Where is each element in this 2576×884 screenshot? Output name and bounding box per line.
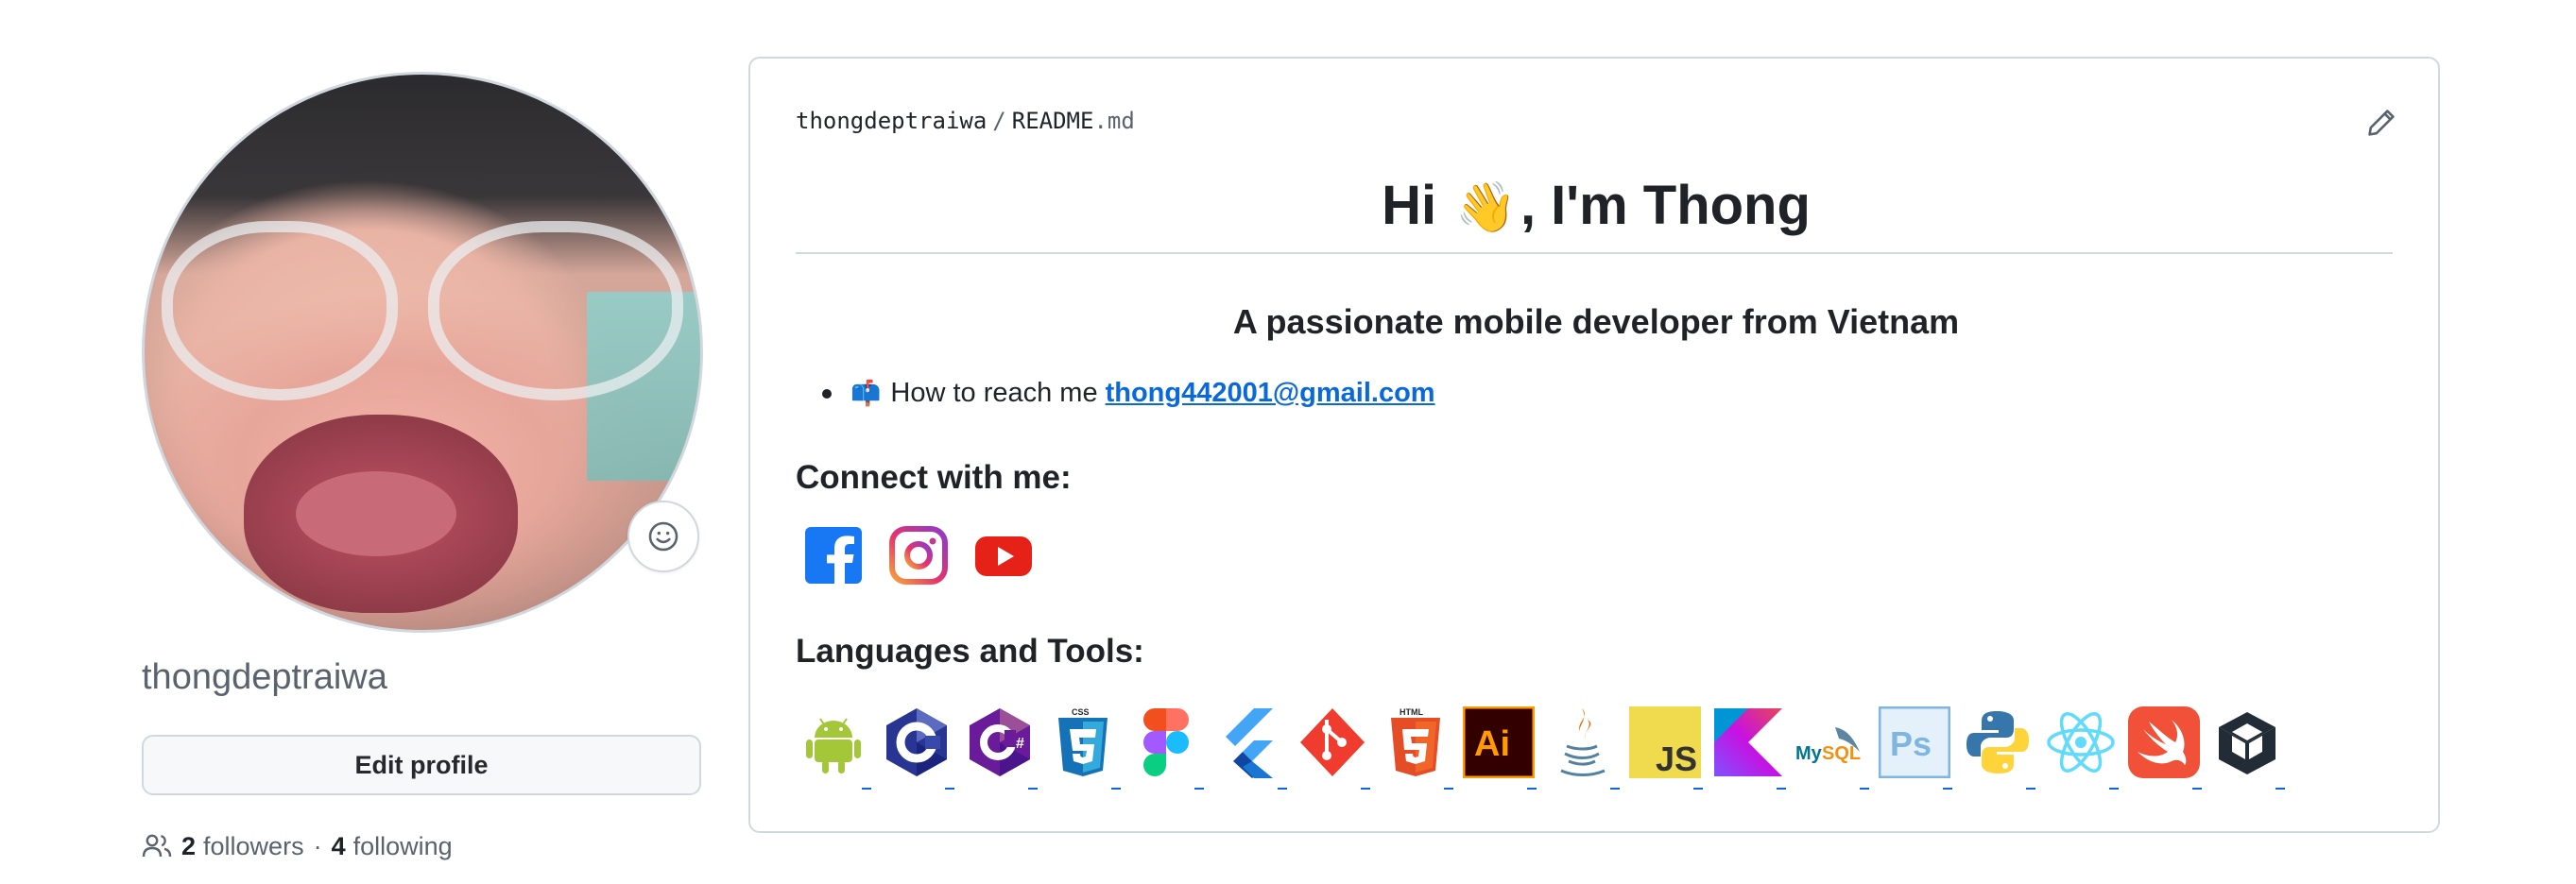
tools-list: # CSS HTML Ai JS My SQL Ps bbox=[796, 701, 2285, 790]
css3-icon[interactable]: CSS bbox=[1045, 701, 1121, 790]
file-base: README bbox=[1011, 108, 1094, 134]
smiley-icon bbox=[648, 521, 678, 552]
javascript-icon[interactable]: JS bbox=[1627, 701, 1703, 790]
photoshop-icon[interactable]: Ps bbox=[1877, 701, 1952, 790]
readme-card: thongdeptraiwa / README.md Hi 👋, I'm Thong… bbox=[748, 57, 2440, 833]
set-status-button[interactable] bbox=[627, 501, 699, 572]
html5-icon[interactable]: HTML bbox=[1378, 701, 1453, 790]
csharp-icon[interactable]: # bbox=[962, 701, 1038, 790]
people-icon bbox=[142, 834, 172, 858]
followers-link[interactable]: 2 followers bbox=[181, 832, 304, 861]
readme-heading: Hi 👋, I'm Thong bbox=[750, 174, 2442, 237]
profile-page: thongdeptraiwa Edit profile 2 followers ·… bbox=[0, 0, 2576, 884]
readme-path: thongdeptraiwa / README.md bbox=[796, 108, 1135, 134]
facebook-icon[interactable] bbox=[803, 525, 864, 586]
followers-label: followers bbox=[203, 831, 304, 860]
heading-text-post: , I'm Thong bbox=[1520, 175, 1811, 236]
react-icon[interactable] bbox=[2043, 701, 2119, 790]
following-count: 4 bbox=[331, 831, 346, 860]
heading-text-pre: Hi bbox=[1382, 175, 1452, 236]
pencil-icon bbox=[2368, 110, 2395, 136]
android-icon[interactable] bbox=[796, 701, 871, 790]
instagram-icon[interactable] bbox=[888, 525, 949, 586]
followers-count: 2 bbox=[181, 831, 197, 860]
svg-text:SQL: SQL bbox=[1822, 743, 1861, 764]
avatar[interactable] bbox=[142, 72, 703, 633]
kotlin-icon[interactable] bbox=[1710, 701, 1786, 790]
following-link[interactable]: 4 following bbox=[332, 832, 453, 861]
flutter-icon[interactable] bbox=[1211, 701, 1287, 790]
unity-icon[interactable] bbox=[2209, 701, 2285, 790]
python-icon[interactable] bbox=[1960, 701, 2035, 790]
heading-divider bbox=[796, 252, 2393, 254]
following-label: following bbox=[352, 831, 453, 860]
follow-separator: · bbox=[313, 831, 322, 860]
contact-text: How to reach me bbox=[890, 378, 1098, 408]
figma-icon[interactable] bbox=[1128, 701, 1204, 790]
youtube-icon[interactable] bbox=[973, 525, 1034, 586]
follow-stats: 2 followers · 4 following bbox=[142, 831, 453, 861]
svg-text:JS: JS bbox=[1656, 740, 1697, 778]
file-ext: .md bbox=[1093, 108, 1135, 134]
svg-text:Ps: Ps bbox=[1890, 724, 1932, 763]
readme-subheading: A passionate mobile developer from Vietn… bbox=[1232, 302, 1960, 341]
connect-heading: Connect with me: bbox=[796, 459, 1072, 496]
edit-profile-button[interactable]: Edit profile bbox=[142, 735, 701, 795]
mailbox-icon: 📫 bbox=[850, 379, 882, 407]
profile-username: thongdeptraiwa bbox=[142, 657, 387, 697]
svg-text:My: My bbox=[1795, 743, 1823, 764]
svg-text:HTML: HTML bbox=[1400, 707, 1423, 717]
svg-text:Ai: Ai bbox=[1474, 724, 1510, 764]
path-separator: / bbox=[992, 108, 1006, 134]
bullet-dot bbox=[822, 388, 832, 399]
svg-text:CSS: CSS bbox=[1072, 707, 1090, 717]
edit-readme-button[interactable] bbox=[2366, 108, 2396, 143]
readme-file-link[interactable]: README.md bbox=[1012, 108, 1135, 134]
illustrator-icon[interactable]: Ai bbox=[1461, 701, 1537, 790]
c-icon[interactable] bbox=[879, 701, 954, 790]
avatar-container bbox=[142, 72, 703, 633]
email-link[interactable]: thong442001@gmail.com bbox=[1106, 378, 1435, 409]
svg-text:#: # bbox=[1016, 736, 1024, 752]
git-icon[interactable] bbox=[1295, 701, 1370, 790]
mysql-icon[interactable]: My SQL bbox=[1794, 701, 1869, 790]
java-icon[interactable] bbox=[1544, 701, 1620, 790]
social-links bbox=[803, 525, 1034, 586]
contact-list-item: 📫 How to reach me thong442001@gmail.com bbox=[822, 378, 1435, 409]
swift-icon[interactable] bbox=[2126, 701, 2202, 790]
tools-heading: Languages and Tools: bbox=[796, 633, 1144, 670]
repo-owner-link[interactable]: thongdeptraiwa bbox=[796, 108, 987, 134]
waving-hand-icon: 👋 bbox=[1455, 180, 1517, 235]
